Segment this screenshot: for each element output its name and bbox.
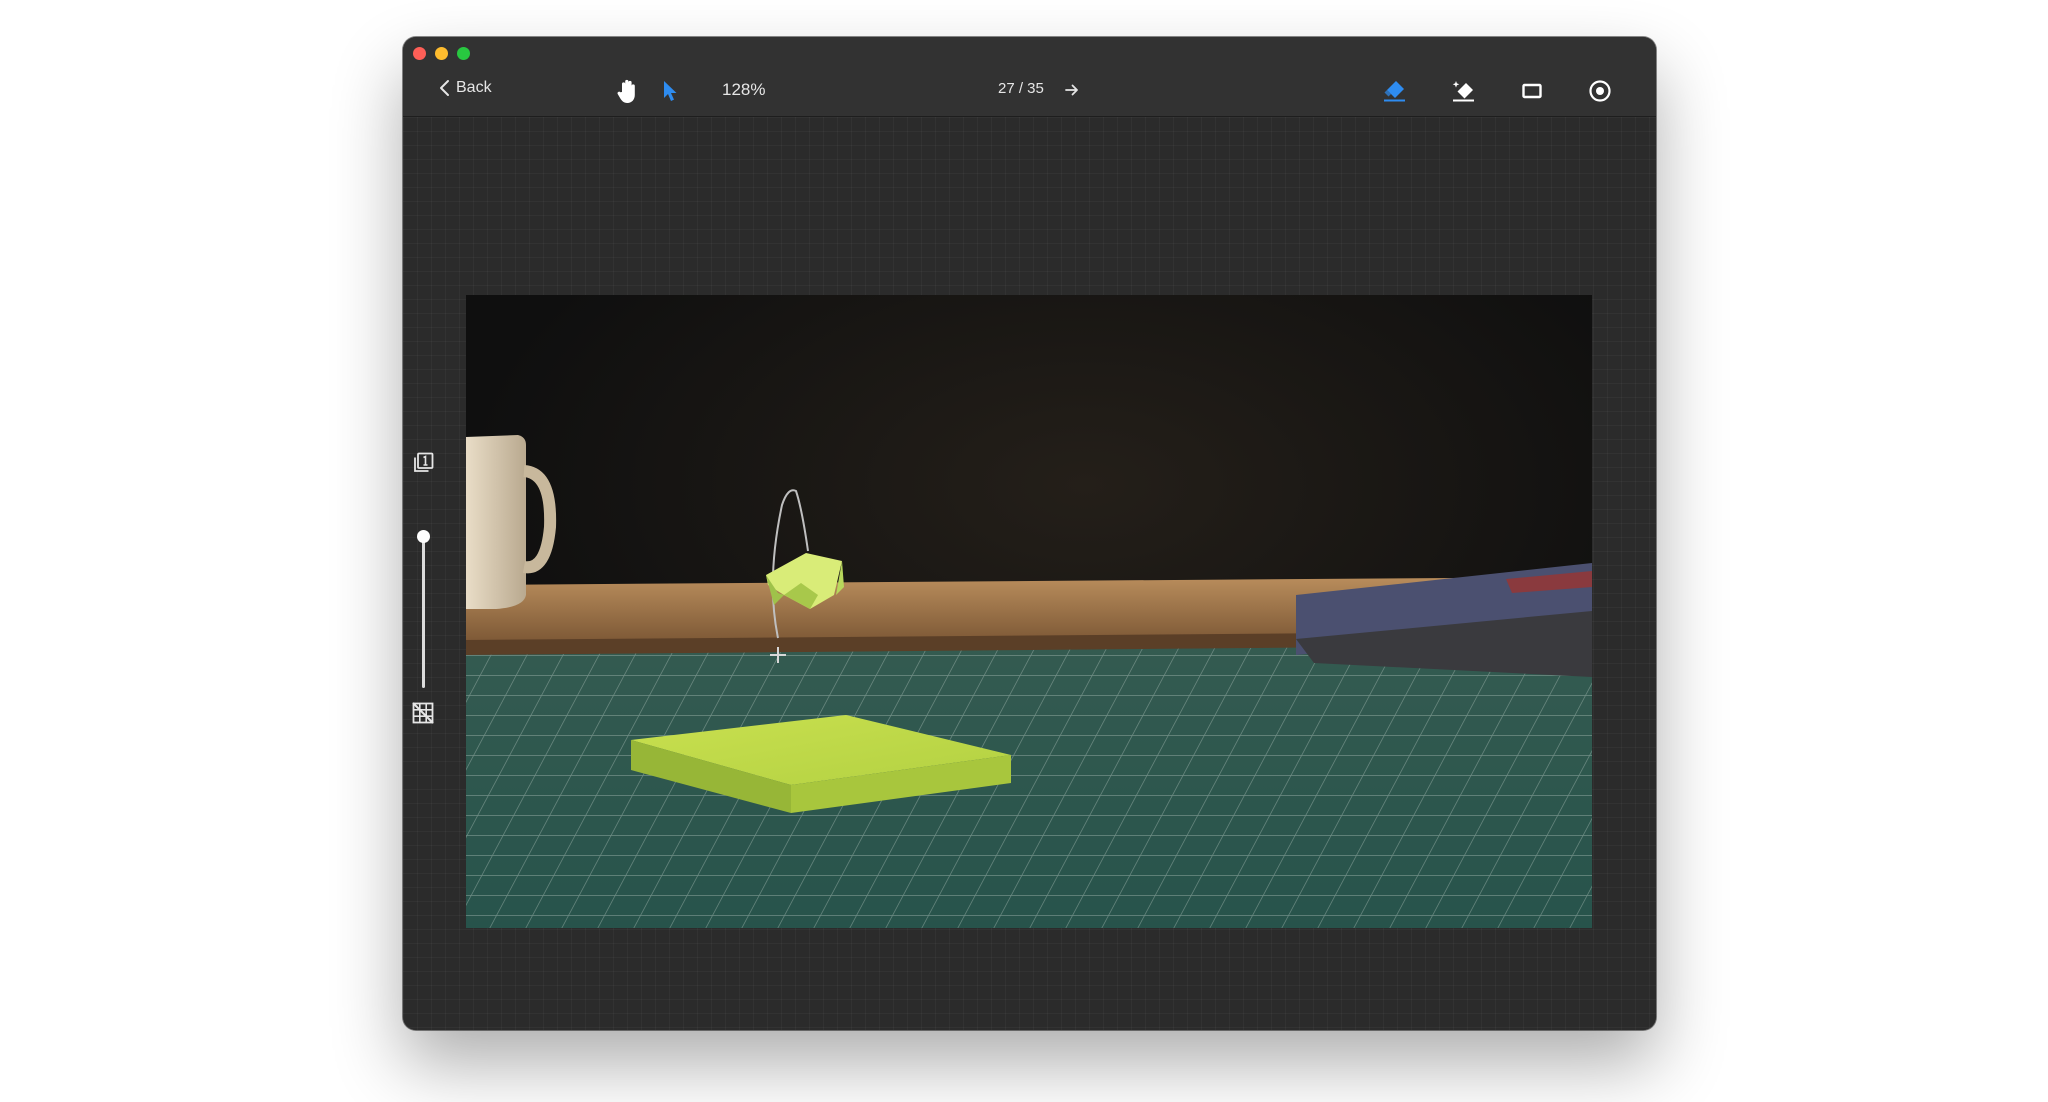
eraser-icon (1384, 81, 1405, 102)
next-page-button[interactable] (1063, 82, 1081, 98)
magic-eraser-icon (1452, 81, 1474, 102)
photo-preview[interactable] (466, 295, 1592, 928)
single-layer-button[interactable] (411, 451, 435, 475)
hand-tool-button[interactable] (615, 77, 641, 105)
chevron-left-icon (440, 80, 449, 96)
origami-scene-image (466, 295, 1592, 928)
opacity-slider-track[interactable] (422, 538, 425, 688)
grid-off-icon (412, 702, 434, 724)
zoom-level[interactable]: 128% (722, 80, 765, 100)
single-layer-icon (414, 452, 434, 472)
canvas-area[interactable] (403, 117, 1656, 1030)
magic-eraser-tool-button[interactable] (1450, 78, 1478, 104)
rectangle-icon (1522, 83, 1542, 99)
pointer-icon (664, 81, 677, 101)
arrow-right-icon (1065, 84, 1078, 96)
hand-icon (617, 79, 635, 103)
minimize-window-button[interactable] (435, 47, 448, 60)
pointer-tool-button[interactable] (661, 79, 679, 103)
page-indicator: 27 / 35 (998, 80, 1044, 97)
side-panel (403, 117, 443, 1030)
grid-toggle-button[interactable] (411, 701, 435, 725)
eraser-tool-button[interactable] (1381, 78, 1409, 104)
record-icon (1589, 80, 1611, 102)
close-window-button[interactable] (413, 47, 426, 60)
maximize-window-button[interactable] (457, 47, 470, 60)
opacity-slider-handle[interactable] (417, 530, 430, 543)
record-button[interactable] (1588, 79, 1612, 103)
rectangle-tool-button[interactable] (1520, 81, 1544, 101)
app-window: Back 128% 27 / 35 (403, 37, 1656, 1030)
back-label: Back (456, 79, 492, 96)
toolbar: Back 128% 27 / 35 (403, 37, 1656, 117)
back-button[interactable]: Back (439, 77, 492, 99)
